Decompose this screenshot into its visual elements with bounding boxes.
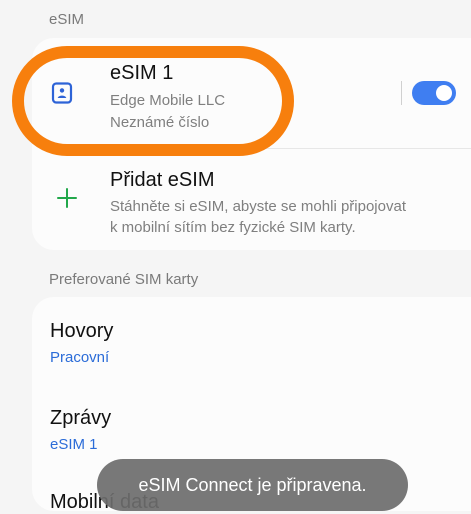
toggle-knob [436, 85, 452, 101]
esim-title: eSIM 1 [110, 62, 174, 84]
add-esim-description-line-2: k mobilní sítím bez fyzické SIM karty. [110, 219, 356, 236]
toast-message: eSIM Connect je připravena. [97, 459, 408, 511]
plus-icon [57, 188, 77, 208]
esim-card: eSIM 1 Edge Mobile LLC Neznámé číslo Při… [32, 38, 471, 250]
esim-number: Neznámé číslo [110, 114, 210, 131]
calls-row[interactable]: Hovory Pracovní [32, 297, 471, 385]
calls-value: Pracovní [50, 349, 110, 366]
sim-card-icon [51, 82, 73, 104]
section-label-preferred-sim: Preferované SIM karty [49, 271, 199, 288]
section-label-esim: eSIM [49, 11, 85, 28]
add-esim-row[interactable]: Přidat eSIM Stáhněte si eSIM, abyste se … [32, 149, 471, 250]
toggle-separator [401, 81, 402, 105]
messages-value: eSIM 1 [50, 436, 98, 453]
add-esim-title: Přidat eSIM [110, 169, 215, 191]
esim-1-row[interactable]: eSIM 1 Edge Mobile LLC Neznámé číslo [32, 38, 471, 148]
esim-carrier: Edge Mobile LLC [110, 92, 226, 109]
messages-title: Zprávy [50, 407, 112, 429]
esim-toggle[interactable] [412, 81, 456, 105]
add-esim-description-line-1: Stáhněte si eSIM, abyste se mohli připoj… [110, 198, 406, 215]
calls-title: Hovory [50, 320, 114, 342]
